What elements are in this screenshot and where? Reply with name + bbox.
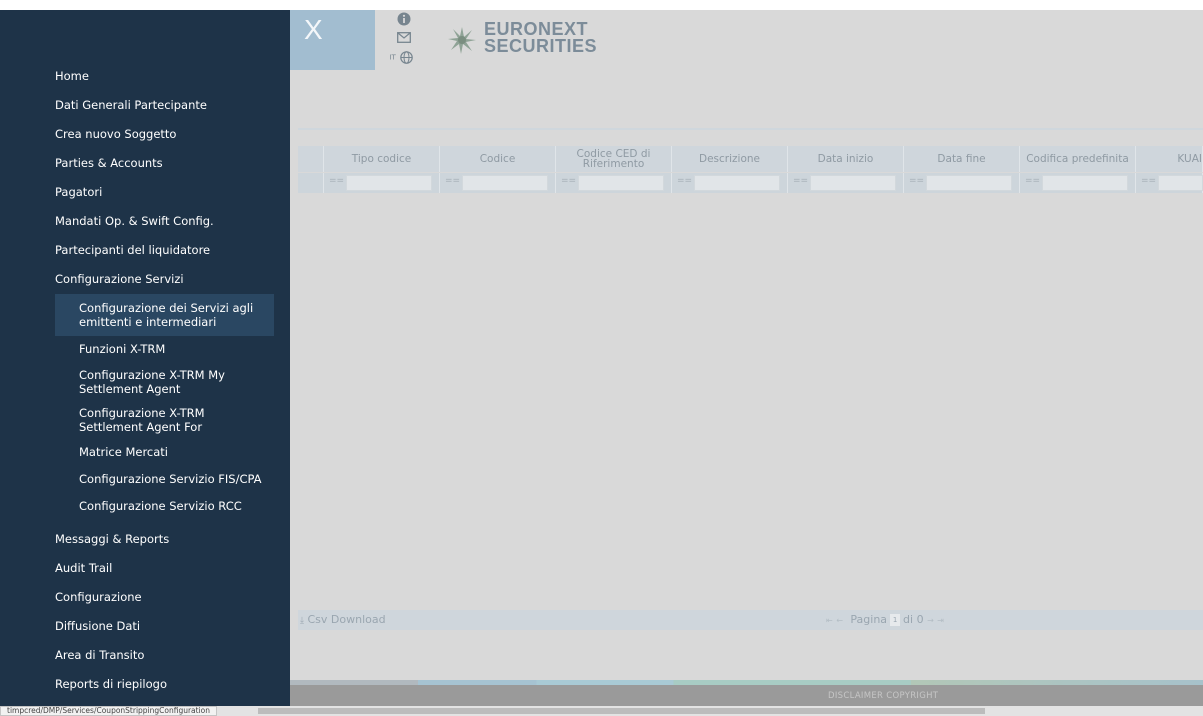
grid-selector-header [298, 146, 324, 172]
filter-cell-codice-ced: == [556, 173, 672, 193]
globe-icon [399, 51, 413, 64]
header-icons: IT [389, 10, 418, 70]
sidebar-item-pagatori[interactable]: Pagatori [0, 178, 290, 207]
column-header-codice[interactable]: Codice [440, 146, 556, 172]
sidebar: Home Dati Generali Partecipante Crea nuo… [0, 10, 290, 706]
x-logo: X [290, 10, 375, 70]
brand-name: EURONEXT SECURITIES [484, 20, 598, 56]
filter-operator[interactable]: == [1025, 176, 1040, 186]
filter-cell-selector [298, 173, 324, 193]
column-header-codice-ced[interactable]: Codice CED di Riferimento [556, 146, 672, 172]
panel-divider [298, 128, 1203, 130]
x-logo-letter: X [304, 14, 323, 45]
horizontal-scrollbar[interactable] [258, 708, 985, 714]
top-strip [0, 0, 1203, 10]
prev-page-icon[interactable]: ← [836, 616, 843, 625]
sidebar-menu: Home Dati Generali Partecipante Crea nuo… [0, 62, 290, 699]
column-header-data-fine[interactable]: Data fine [904, 146, 1020, 172]
column-header-codifica-predefinita[interactable]: Codifica predefinita [1020, 146, 1136, 172]
filter-operator[interactable]: == [561, 176, 576, 186]
page-of-label: di 0 [903, 613, 924, 626]
filter-cell-descrizione: == [672, 173, 788, 193]
sidebar-item-diffusione-dati[interactable]: Diffusione Dati [0, 612, 290, 641]
sidebar-item-configurazione-servizi[interactable]: Configurazione Servizi [0, 265, 290, 294]
first-page-icon[interactable]: ⇤ [826, 616, 833, 625]
filter-input-data-inizio[interactable] [810, 175, 896, 191]
mail-icon[interactable] [392, 32, 416, 46]
main-content: X IT EURONEXT SECURITIES Tipo codice Cod… [290, 10, 1203, 706]
sidebar-subitem-servizi-emittenti[interactable]: Configurazione dei Servizi agli emittent… [55, 294, 274, 336]
column-header-tipo-codice[interactable]: Tipo codice [324, 146, 440, 172]
filter-operator[interactable]: == [1141, 176, 1156, 186]
filter-cell-tipo-codice: == [324, 173, 440, 193]
bottom-links[interactable]: DISCLAIMER COPYRIGHT [828, 691, 938, 701]
filter-operator[interactable]: == [329, 176, 344, 186]
sidebar-item-partecipanti-liquidatore[interactable]: Partecipanti del liquidatore [0, 236, 290, 265]
pager: ⇤ ← Pagina 1 di 0 → ⇥ [826, 613, 944, 626]
sidebar-item-dati-generali[interactable]: Dati Generali Partecipante [0, 91, 290, 120]
csv-download-button[interactable]: ⤓ Csv Download [300, 613, 386, 626]
codes-grid: Tipo codice Codice Codice CED di Riferim… [298, 146, 1203, 194]
filter-cell-data-fine: == [904, 173, 1020, 193]
status-url: timpcred/DMP/Services/CouponStrippingCon… [0, 706, 218, 716]
sidebar-subitem-rcc[interactable]: Configurazione Servizio RCC [0, 493, 290, 520]
filter-operator[interactable]: == [793, 176, 808, 186]
column-header-data-inizio[interactable]: Data inizio [788, 146, 904, 172]
sidebar-subitem-matrice-mercati[interactable]: Matrice Mercati [0, 439, 290, 466]
language-selector[interactable]: IT [383, 50, 419, 64]
grid-footer: ⤓ Csv Download ⇤ ← Pagina 1 di 0 → ⇥ [298, 610, 1203, 630]
filter-cell-data-inizio: == [788, 173, 904, 193]
filter-input-data-fine[interactable] [926, 175, 1012, 191]
browser-status-bar: timpcred/DMP/Services/CouponStrippingCon… [0, 706, 1203, 716]
sidebar-subitem-xtrm-settlement-for[interactable]: Configurazione X-TRM Settlement Agent Fo… [0, 401, 269, 439]
info-icon[interactable] [392, 12, 416, 29]
next-page-icon[interactable]: → [927, 616, 934, 625]
filter-input-kuai[interactable] [1158, 175, 1203, 191]
filter-input-descrizione[interactable] [694, 175, 780, 191]
sidebar-item-messaggi-reports[interactable]: Messaggi & Reports [0, 525, 290, 554]
filter-operator[interactable]: == [445, 176, 460, 186]
sidebar-item-reports-riepilogo[interactable]: Reports di riepilogo [0, 670, 290, 699]
sidebar-item-area-transito[interactable]: Area di Transito [0, 641, 290, 670]
sidebar-subitem-fis-cpa[interactable]: Configurazione Servizio FIS/CPA [0, 466, 290, 493]
page-label: Pagina [850, 613, 888, 626]
sidebar-item-audit-trail[interactable]: Audit Trail [0, 554, 290, 583]
filter-operator[interactable]: == [677, 176, 692, 186]
filter-operator[interactable]: == [909, 176, 924, 186]
sidebar-item-crea-soggetto[interactable]: Crea nuovo Soggetto [0, 120, 290, 149]
sidebar-item-parties-accounts[interactable]: Parties & Accounts [0, 149, 290, 178]
sidebar-subitem-xtrm-my-settlement[interactable]: Configurazione X-TRM My Settlement Agent [0, 363, 269, 401]
euronext-leaf-icon [448, 27, 476, 54]
sidebar-item-configurazione[interactable]: Configurazione [0, 583, 290, 612]
filter-cell-kuai: == [1136, 173, 1203, 193]
sidebar-subitem-funzioni-xtrm[interactable]: Funzioni X-TRM [0, 336, 290, 363]
brand-line-2: SECURITIES [484, 36, 598, 56]
csv-download-label: Csv Download [307, 613, 386, 626]
filter-cell-codice: == [440, 173, 556, 193]
sidebar-item-home[interactable]: Home [0, 62, 290, 91]
sidebar-item-mandati[interactable]: Mandati Op. & Swift Config. [0, 207, 290, 236]
column-header-kuai[interactable]: KUAI [1136, 146, 1203, 172]
filter-input-tipo-codice[interactable] [346, 175, 432, 191]
download-icon: ⤓ [300, 616, 304, 626]
language-code: IT [389, 53, 396, 62]
page-input[interactable]: 1 [890, 614, 901, 626]
last-page-icon[interactable]: ⇥ [937, 616, 944, 625]
filter-input-codifica[interactable] [1042, 175, 1128, 191]
filter-input-codice-ced[interactable] [578, 175, 664, 191]
filter-input-codice[interactable] [462, 175, 548, 191]
bottom-links-bar: DISCLAIMER COPYRIGHT [290, 685, 1203, 706]
filter-cell-codifica: == [1020, 173, 1136, 193]
column-header-descrizione[interactable]: Descrizione [672, 146, 788, 172]
